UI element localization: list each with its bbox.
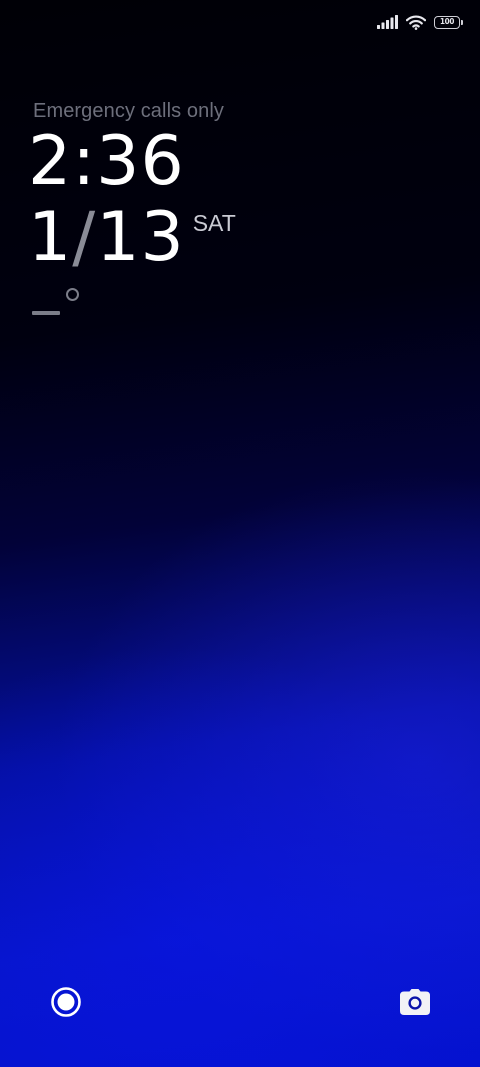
- date: 1/13: [28, 204, 185, 272]
- voice-assistant-shortcut[interactable]: [50, 986, 82, 1018]
- lock-screen[interactable]: 100 Emergency calls only 2:36 1/13 SAT: [0, 0, 480, 1067]
- date-month: 1: [28, 198, 73, 277]
- degree-icon: [66, 288, 79, 301]
- date-day: 13: [96, 198, 185, 277]
- camera-icon: [400, 989, 430, 1015]
- clock-time[interactable]: 2:36: [28, 128, 185, 196]
- battery-level: 100: [439, 17, 455, 26]
- date-separator: /: [72, 198, 97, 277]
- camera-shortcut[interactable]: [399, 986, 431, 1018]
- weather-temperature-placeholder: [32, 311, 60, 315]
- network-status: Emergency calls only: [33, 100, 224, 122]
- wifi-icon: [406, 15, 426, 30]
- voice-assistant-icon: [51, 987, 81, 1017]
- date-row[interactable]: 1/13 SAT: [28, 204, 236, 272]
- weekday: SAT: [192, 210, 236, 236]
- status-bar: 100: [377, 12, 463, 32]
- signal-icon: [377, 15, 398, 29]
- battery-icon: 100: [434, 15, 463, 29]
